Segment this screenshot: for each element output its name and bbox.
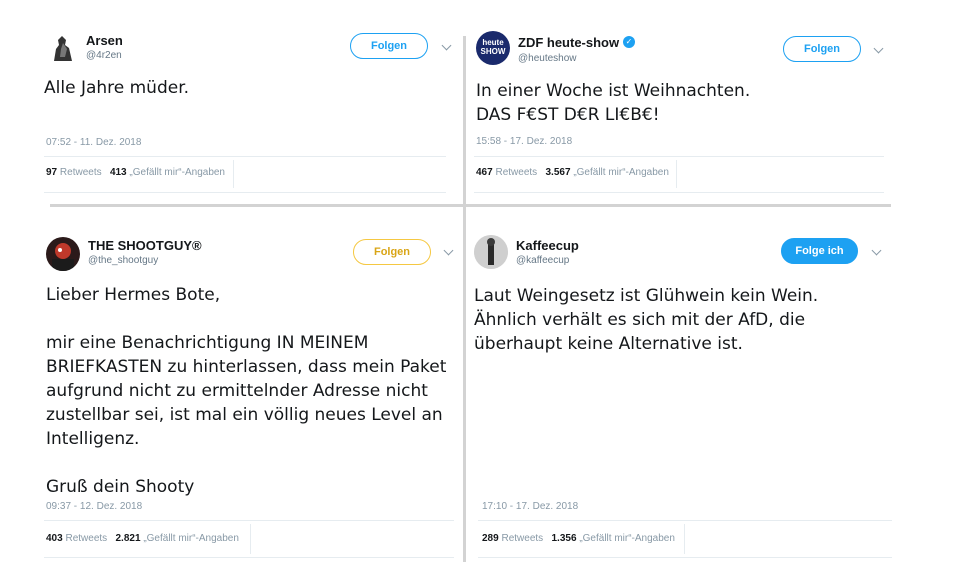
likes-label[interactable]: „Gefällt mir“-Angaben: [143, 533, 239, 544]
stats-top-rule: [478, 520, 892, 521]
author-handle[interactable]: @the_shootguy: [88, 255, 158, 266]
retweets-count[interactable]: 403: [46, 533, 63, 544]
stats-separator: [233, 160, 234, 188]
tweet-shootguy: THE SHOOTGUY® @the_shootguy Folgen Liebe…: [0, 207, 460, 567]
retweets-label[interactable]: Retweets: [60, 167, 102, 178]
tweet-stats: 467 Retweets 3.567 „Gefällt mir“-Angaben: [476, 167, 669, 178]
chevron-down-icon[interactable]: [873, 43, 884, 54]
chevron-down-icon[interactable]: [443, 245, 454, 256]
tweet-stats: 403 Retweets 2.821 „Gefällt mir“-Angaben: [46, 533, 239, 544]
retweets-count[interactable]: 467: [476, 167, 493, 178]
follow-button[interactable]: Folgen: [350, 33, 428, 59]
author-handle[interactable]: @kaffeecup: [516, 255, 569, 266]
stats-bottom-rule: [474, 192, 884, 193]
likes-count[interactable]: 3.567: [546, 167, 571, 178]
stats-separator: [250, 524, 251, 554]
retweets-label[interactable]: Retweets: [65, 533, 107, 544]
likes-count[interactable]: 1.356: [552, 533, 577, 544]
tweet-timestamp[interactable]: 17:10 - 17. Dez. 2018: [482, 501, 578, 512]
avatar[interactable]: [474, 235, 508, 269]
tweet-text: In einer Woche ist Weihnachten. DAS F€ST…: [476, 81, 751, 125]
stats-separator: [676, 160, 677, 188]
verified-badge-icon: ✓: [623, 36, 635, 48]
stats-bottom-rule: [44, 192, 446, 193]
author-name[interactable]: ZDF heute-show: [518, 35, 619, 50]
tweet-text: Lieber Hermes Bote, mir eine Benachricht…: [46, 285, 447, 497]
tweet-timestamp[interactable]: 07:52 - 11. Dez. 2018: [46, 137, 141, 148]
stats-top-rule: [474, 156, 884, 157]
likes-count[interactable]: 2.821: [116, 533, 141, 544]
stats-top-rule: [44, 520, 454, 521]
chevron-down-icon[interactable]: [441, 40, 452, 51]
likes-label[interactable]: „Gefällt mir“-Angaben: [579, 533, 675, 544]
tweet-kaffeecup: Kaffeecup @kaffeecup Folge ich Laut Wein…: [466, 207, 960, 567]
avatar[interactable]: [46, 31, 80, 65]
author-handle[interactable]: @4r2en: [86, 50, 122, 61]
author-handle[interactable]: @heuteshow: [518, 53, 577, 64]
following-button[interactable]: Folge ich: [781, 238, 858, 264]
follow-button[interactable]: Folgen: [783, 36, 861, 62]
tweet-heuteshow: heute SHOW ZDF heute-show ✓ @heuteshow F…: [466, 0, 960, 200]
tweet-stats: 289 Retweets 1.356 „Gefällt mir“-Angaben: [482, 533, 675, 544]
stats-top-rule: [44, 156, 446, 157]
tweet-text: Alle Jahre müder.: [44, 78, 190, 98]
retweets-label[interactable]: Retweets: [501, 533, 543, 544]
author-name[interactable]: THE SHOOTGUY®: [88, 238, 202, 253]
retweets-count[interactable]: 289: [482, 533, 499, 544]
tweet-arsen: Arsen @4r2en Folgen Alle Jahre müder. 07…: [0, 0, 460, 200]
likes-count[interactable]: 413: [110, 167, 127, 178]
tweet-timestamp[interactable]: 09:37 - 12. Dez. 2018: [46, 501, 142, 512]
author-name[interactable]: Arsen: [86, 33, 123, 48]
retweets-label[interactable]: Retweets: [495, 167, 537, 178]
likes-label[interactable]: „Gefällt mir“-Angaben: [129, 167, 225, 178]
follow-button[interactable]: Folgen: [353, 239, 431, 265]
avatar[interactable]: [46, 237, 80, 271]
tweet-timestamp[interactable]: 15:58 - 17. Dez. 2018: [476, 136, 572, 147]
author-name[interactable]: Kaffeecup: [516, 238, 579, 253]
likes-label[interactable]: „Gefällt mir“-Angaben: [573, 167, 669, 178]
stats-separator: [684, 524, 685, 554]
retweets-count[interactable]: 97: [46, 167, 57, 178]
stats-bottom-rule: [478, 557, 892, 558]
tweet-stats: 97 Retweets 413 „Gefällt mir“-Angaben: [46, 167, 225, 178]
chevron-down-icon[interactable]: [871, 245, 882, 256]
tweet-text: Laut Weingesetz ist Glühwein kein Wein. …: [474, 286, 819, 354]
stats-bottom-rule: [44, 557, 454, 558]
heuteshow-logo: heute SHOW: [480, 38, 506, 56]
avatar[interactable]: heute SHOW: [476, 31, 510, 65]
